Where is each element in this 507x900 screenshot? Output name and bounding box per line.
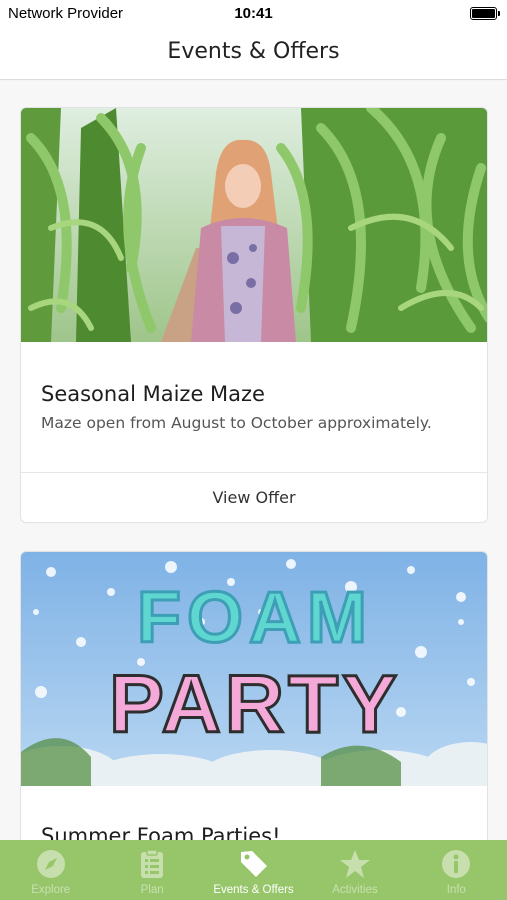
tab-info[interactable]: Info [406,840,507,900]
offer-title: Summer Foam Parties! [41,824,281,840]
compass-icon [36,850,65,878]
foam-text: FOAM [137,578,373,658]
foam-party-image[interactable]: FOAM PARTY [21,552,487,786]
tag-icon [240,851,267,877]
tab-activities[interactable]: Activities [304,840,405,900]
offers-list[interactable]: Seasonal Maize Maze Maze open from Augus… [0,81,507,840]
tab-label: Activities [332,884,378,896]
nav-header: Events & Offers [0,28,507,80]
tab-plan[interactable]: Plan [101,840,202,900]
maize-maze-image[interactable] [21,108,487,342]
tab-events-offers[interactable]: Events & Offers [203,840,304,900]
info-icon [442,850,471,878]
party-text: PARTY [109,659,401,750]
view-offer-button[interactable]: View Offer [21,472,487,522]
offer-card-foam-party[interactable]: FOAM PARTY Summer Foam Parties! [20,551,488,840]
clock: 10:41 [234,5,273,22]
tab-label: Explore [31,884,71,896]
clipboard-icon [141,849,164,878]
star-icon [339,850,370,878]
offer-title: Seasonal Maize Maze [41,382,265,406]
offer-card-maize-maze[interactable]: Seasonal Maize Maze Maze open from Augus… [20,107,488,523]
tab-label: Info [446,884,466,896]
tab-label: Events & Offers [213,884,294,896]
tab-label: Plan [140,884,164,896]
status-bar: Network Provider 10:41 [0,0,507,28]
tab-bar: Explore Plan Events & Offers Activities [0,840,507,900]
battery-icon [470,7,500,20]
offer-description: Maze open from August to October approxi… [41,414,432,432]
tab-explore[interactable]: Explore [0,840,101,900]
page-title: Events & Offers [167,39,340,64]
